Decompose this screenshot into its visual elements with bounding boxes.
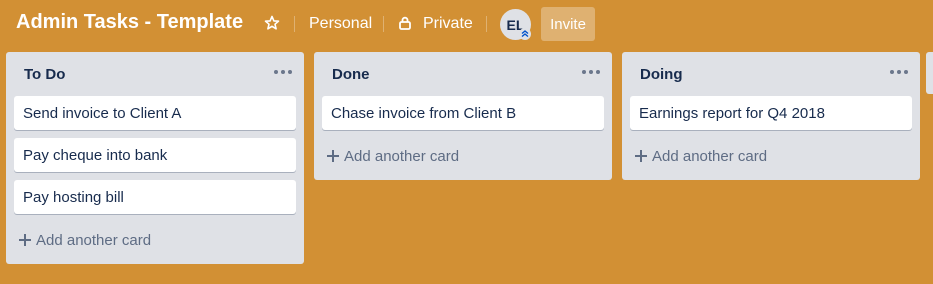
card[interactable]: Chase invoice from Client B <box>322 96 604 130</box>
list-title[interactable]: Doing <box>640 66 683 83</box>
add-card-button[interactable]: Add another card <box>12 222 298 258</box>
invite-button[interactable]: Invite <box>541 7 595 41</box>
add-card-button[interactable]: Add another card <box>628 138 914 174</box>
list-header: To Do <box>6 52 304 96</box>
list-to-do: To Do Send invoice to Client A Pay chequ… <box>6 52 304 264</box>
list-title[interactable]: To Do <box>24 66 65 83</box>
card[interactable]: Send invoice to Client A <box>14 96 296 130</box>
card[interactable]: Pay cheque into bank <box>14 138 296 172</box>
add-list-edge[interactable] <box>926 52 933 94</box>
add-card-button[interactable]: Add another card <box>320 138 606 174</box>
add-card-label: Add another card <box>652 147 768 165</box>
list-menu-icon[interactable] <box>890 66 908 78</box>
plus-icon <box>19 234 31 246</box>
header-divider <box>486 16 487 32</box>
admin-chevrons-icon <box>519 28 531 40</box>
board-header: Admin Tasks - Template Personal Private … <box>0 0 933 48</box>
add-card-label: Add another card <box>36 231 152 249</box>
header-divider <box>294 16 295 32</box>
plus-icon <box>635 150 647 162</box>
list-header: Done <box>314 52 612 96</box>
plus-icon <box>327 150 339 162</box>
visibility-button[interactable]: Private <box>423 15 473 33</box>
card[interactable]: Pay hosting bill <box>14 180 296 214</box>
star-button[interactable] <box>262 13 282 33</box>
list-done: Done Chase invoice from Client B Add ano… <box>314 52 612 180</box>
list-menu-icon[interactable] <box>274 66 292 78</box>
add-card-label: Add another card <box>344 147 460 165</box>
list-menu-icon[interactable] <box>582 66 600 78</box>
board-title[interactable]: Admin Tasks - Template <box>16 11 243 34</box>
list-header: Doing <box>622 52 920 96</box>
star-icon <box>264 15 280 30</box>
team-button[interactable]: Personal <box>309 15 372 33</box>
card[interactable]: Earnings report for Q4 2018 <box>630 96 912 130</box>
header-divider <box>383 16 384 32</box>
list-title[interactable]: Done <box>332 66 370 83</box>
list-doing: Doing Earnings report for Q4 2018 Add an… <box>622 52 920 180</box>
lock-icon <box>399 16 411 30</box>
